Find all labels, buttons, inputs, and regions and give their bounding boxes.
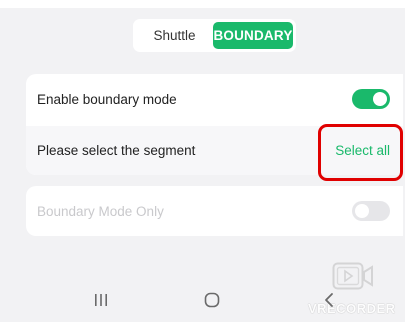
enable-boundary-row: Enable boundary mode xyxy=(26,74,403,124)
select-segment-row: Please select the segment Select all xyxy=(26,126,403,175)
boundary-only-card: Boundary Mode Only xyxy=(26,186,403,236)
boundary-only-toggle[interactable] xyxy=(352,201,390,221)
top-strip xyxy=(0,0,405,8)
back-icon[interactable] xyxy=(322,292,336,313)
segment-shuttle[interactable]: Shuttle xyxy=(136,22,213,49)
select-all-button[interactable]: Select all xyxy=(335,143,390,158)
toggle-knob xyxy=(373,92,387,106)
recents-icon[interactable] xyxy=(93,292,109,313)
mode-segmented-control: Shuttle BOUNDARY xyxy=(133,19,296,52)
segment-boundary[interactable]: BOUNDARY xyxy=(213,22,293,49)
enable-boundary-label: Enable boundary mode xyxy=(37,91,177,107)
toggle-knob xyxy=(355,204,369,218)
enable-boundary-toggle[interactable] xyxy=(352,89,390,109)
boundary-only-label: Boundary Mode Only xyxy=(37,203,164,219)
home-icon[interactable] xyxy=(204,292,220,313)
screen: Shuttle BOUNDARY Enable boundary mode Pl… xyxy=(0,0,405,322)
navigation-bar xyxy=(0,280,405,322)
select-segment-label: Please select the segment xyxy=(37,143,196,158)
boundary-settings-card: Enable boundary mode Please select the s… xyxy=(26,74,403,175)
